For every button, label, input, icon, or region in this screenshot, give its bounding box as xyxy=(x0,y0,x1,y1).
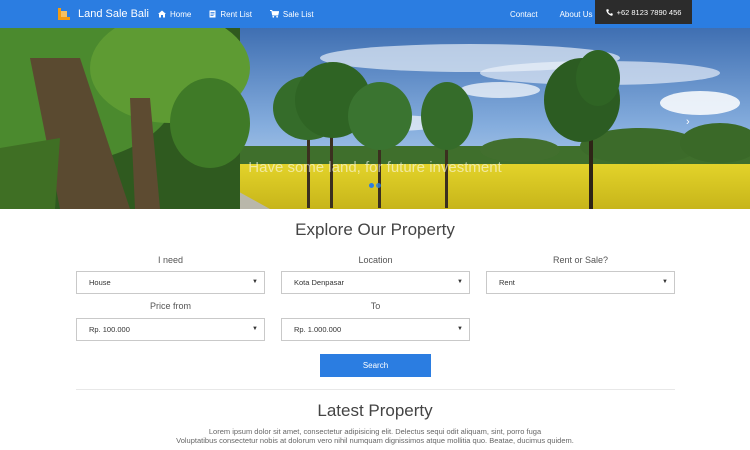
latest-description-line-2: Voluptatibus consectetur nobis at doloru… xyxy=(176,436,574,445)
document-icon xyxy=(209,10,216,18)
brand-link[interactable]: Land Sale Bali xyxy=(58,0,149,28)
caret-down-icon: ▼ xyxy=(457,326,463,332)
select-i-need[interactable]: House ▼ xyxy=(76,271,265,294)
section-divider xyxy=(76,389,675,390)
select-price-to[interactable]: Rp. 1.000.000 ▼ xyxy=(281,318,470,341)
select-value: House xyxy=(89,278,111,287)
hero-landscape-image xyxy=(0,28,750,209)
brand-name: Land Sale Bali xyxy=(78,8,149,20)
phone-number: +62 8123 7890 456 xyxy=(616,7,682,17)
latest-property-title: Latest Property xyxy=(317,401,433,420)
select-value: Rp. 1.000.000 xyxy=(294,325,342,334)
field-label-i-need: I need xyxy=(157,255,184,265)
nav-item-home[interactable]: Home xyxy=(158,10,191,19)
phone-icon xyxy=(605,8,613,16)
nav-item-label: Sale List xyxy=(282,9,314,19)
search-button[interactable]: Search xyxy=(320,354,431,377)
explore-title: Explore Our Property xyxy=(295,220,455,239)
nav-item-label: Rent List xyxy=(220,9,252,19)
latest-description-line-1: Lorem ipsum dolor sit amet, consectetur … xyxy=(208,427,542,436)
field-label-to: To xyxy=(370,301,381,311)
hero-caption: Have some land, for future investment xyxy=(248,159,502,176)
carousel-dot[interactable] xyxy=(376,183,381,188)
caret-down-icon: ▼ xyxy=(457,279,463,285)
select-value: Rp. 100.000 xyxy=(89,325,130,334)
top-navbar: Land Sale Bali Home Rent List Sale List … xyxy=(0,0,750,28)
select-location[interactable]: Kota Denpasar ▼ xyxy=(281,271,470,294)
select-value: Rent xyxy=(499,278,515,287)
nav-item-about-us[interactable]: About Us xyxy=(560,10,593,19)
cart-icon xyxy=(269,10,279,18)
nav-item-label: Home xyxy=(170,9,192,19)
caret-down-icon: ▼ xyxy=(252,326,258,332)
nav-item-sale-list[interactable]: Sale List xyxy=(269,9,314,19)
carousel-next-arrow-icon[interactable]: › xyxy=(686,116,690,128)
select-rent-or-sale[interactable]: Rent ▼ xyxy=(486,271,675,294)
brand-logo-icon xyxy=(58,8,70,20)
carousel-dot-active[interactable] xyxy=(369,183,374,188)
field-label-rent-or-sale: Rent or Sale? xyxy=(552,255,609,265)
field-label-location: Location xyxy=(358,255,393,265)
nav-item-contact[interactable]: Contact xyxy=(510,10,538,19)
home-icon xyxy=(158,10,166,18)
nav-item-rent-list[interactable]: Rent List xyxy=(209,10,252,19)
caret-down-icon: ▼ xyxy=(662,279,668,285)
nav-item-label: Contact xyxy=(510,9,538,19)
select-price-from[interactable]: Rp. 100.000 ▼ xyxy=(76,318,265,341)
field-label-price-from: Price from xyxy=(149,301,191,311)
caret-down-icon: ▼ xyxy=(252,279,258,285)
select-value: Kota Denpasar xyxy=(294,278,345,287)
phone-number-box[interactable]: +62 8123 7890 456 xyxy=(595,0,692,24)
nav-item-label: About Us xyxy=(559,9,593,19)
hero-carousel: Have some land, for future investment › xyxy=(0,28,750,209)
